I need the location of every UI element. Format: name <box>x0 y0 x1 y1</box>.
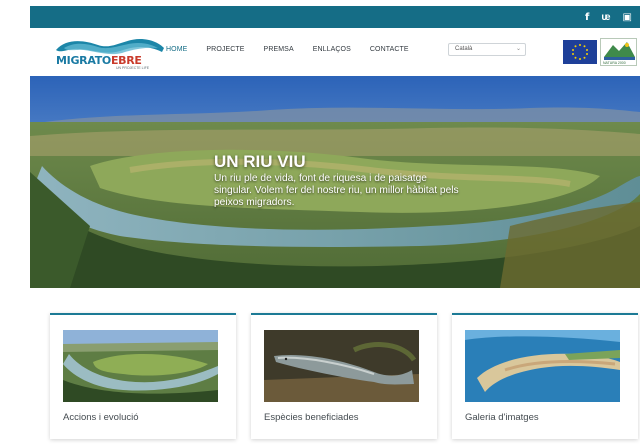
hero-banner: UN RIU VIU Un riu ple de vida, font de r… <box>30 76 640 288</box>
card-accions[interactable]: Accions i evolució <box>50 313 236 439</box>
natura2000-label: NATURA 2000 <box>603 61 626 65</box>
card-caption[interactable]: Galeria d'imatges <box>465 412 539 423</box>
twitter-icon[interactable]: ᵫ <box>601 12 610 23</box>
hero-description: Un riu ple de vida, font de riquesa i de… <box>214 173 459 208</box>
card-galeria[interactable]: Galeria d'imatges <box>452 313 638 439</box>
card-especies[interactable]: Espècies beneficiades <box>251 313 437 439</box>
card-image-sturgeon <box>264 330 419 402</box>
nav-enllacos[interactable]: ENLLAÇOS <box>313 46 351 53</box>
social-links: f ᵫ ▣ <box>585 6 632 28</box>
language-select[interactable]: Català ⌄ <box>448 43 526 56</box>
eu-flag-logo <box>563 40 597 64</box>
main-nav: HOME PROJECTE PREMSA ENLLAÇOS CONTACTE <box>166 46 409 53</box>
card-image-delta <box>465 330 620 402</box>
instagram-icon[interactable]: ▣ <box>623 12 632 23</box>
chevron-down-icon: ⌄ <box>515 46 521 52</box>
site-logo[interactable]: MIGRATOEBRE UN PROJECTE LIFE <box>54 36 166 70</box>
nav-home[interactable]: HOME <box>166 46 187 53</box>
natura2000-logo: NATURA 2000 <box>600 38 637 66</box>
nav-projecte[interactable]: PROJECTE <box>206 46 244 53</box>
language-value: Català <box>455 46 473 52</box>
card-image-river <box>63 330 218 402</box>
top-bar: f ᵫ ▣ <box>30 6 640 28</box>
nav-premsa[interactable]: PREMSA <box>264 46 294 53</box>
facebook-icon[interactable]: f <box>585 12 589 23</box>
card-caption[interactable]: Accions i evolució <box>63 412 139 423</box>
hero-title: UN RIU VIU <box>214 152 306 171</box>
card-caption[interactable]: Espècies beneficiades <box>264 412 359 423</box>
nav-contacte[interactable]: CONTACTE <box>370 46 409 53</box>
site-header: MIGRATOEBRE UN PROJECTE LIFE HOME PROJEC… <box>30 28 640 76</box>
logo-wave-icon <box>56 39 164 55</box>
logo-subtitle: UN PROJECTE LIFE <box>116 66 150 70</box>
